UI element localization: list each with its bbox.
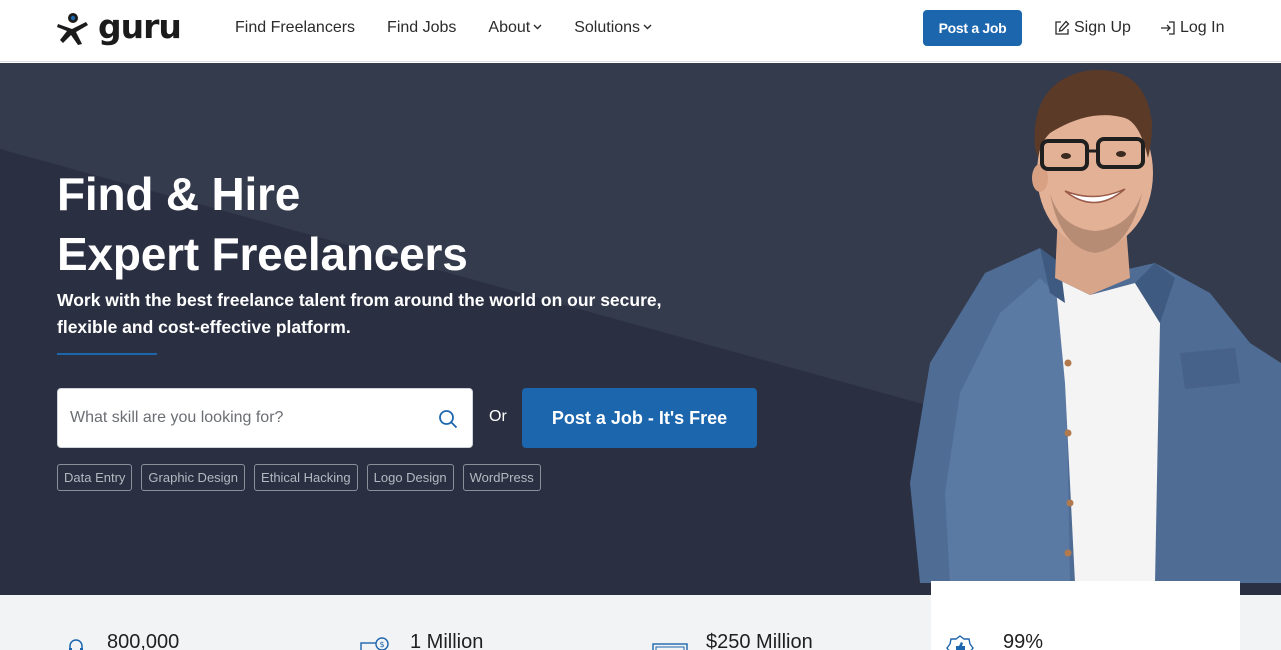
stat-satisfaction: 99%	[946, 631, 1043, 650]
stat-value: 1 Million	[410, 631, 484, 650]
main-nav: Find Freelancers Find Jobs About Solutio…	[235, 18, 684, 38]
stat-value: $250 Million	[706, 631, 813, 650]
cash-icon	[652, 643, 688, 650]
nav-find-jobs[interactable]: Find Jobs	[387, 18, 456, 38]
stat-paid: $250 Million	[652, 631, 813, 650]
popular-skill-tags: Data Entry Graphic Design Ethical Hackin…	[57, 464, 550, 491]
stats-section: 800,000 $ 1 Million $250 Million 99%	[0, 581, 1281, 650]
tag-logo-design[interactable]: Logo Design	[366, 464, 454, 491]
header-post-job-button[interactable]: Post a Job	[923, 10, 1022, 46]
guru-logo-icon	[57, 13, 88, 45]
hero-title-line1: Find & Hire	[57, 168, 301, 220]
nav-find-jobs-label: Find Jobs	[387, 19, 457, 36]
hero-title-line2: Expert Freelancers	[57, 228, 468, 280]
search-icon[interactable]	[438, 409, 458, 429]
tag-data-entry[interactable]: Data Entry	[57, 464, 133, 491]
tag-wordpress[interactable]: WordPress	[462, 464, 541, 491]
login-icon	[1161, 21, 1175, 35]
site-header: guru Find Freelancers Find Jobs About So…	[0, 0, 1281, 62]
hero-section: Find & Hire Expert Freelancers Work with…	[0, 63, 1281, 595]
tag-ethical-hacking[interactable]: Ethical Hacking	[254, 464, 358, 491]
stat-value: 99%	[1003, 631, 1044, 650]
nav-solutions-label: Solutions	[574, 19, 641, 36]
or-label: Or	[489, 408, 507, 425]
nav-find-freelancers-label: Find Freelancers	[235, 19, 356, 36]
nav-solutions[interactable]: Solutions	[574, 18, 652, 38]
nav-find-freelancers[interactable]: Find Freelancers	[235, 18, 355, 38]
freelancer-photo	[910, 70, 1281, 583]
hero-divider	[57, 353, 157, 355]
sign-up-label: Sign Up	[1074, 19, 1131, 36]
sign-up-link[interactable]: Sign Up	[1054, 18, 1131, 38]
hero-subtitle: Work with the best freelance talent from…	[57, 290, 662, 337]
headset-icon	[69, 639, 83, 650]
stat-value: 800,000	[107, 631, 180, 650]
hero-post-job-button[interactable]: Post a Job - It's Free	[522, 388, 757, 448]
svg-text:$: $	[380, 640, 385, 649]
skill-search-input[interactable]	[70, 389, 430, 447]
money-icon: $	[360, 637, 389, 650]
nav-about[interactable]: About	[488, 18, 542, 38]
logo-text: guru	[98, 6, 182, 46]
log-in-link[interactable]: Log In	[1160, 18, 1224, 38]
skill-search-box	[57, 388, 473, 448]
log-in-label: Log In	[1180, 19, 1225, 36]
guru-logo[interactable]: guru	[56, 6, 182, 46]
edit-icon	[1055, 20, 1070, 35]
tag-graphic-design[interactable]: Graphic Design	[141, 464, 246, 491]
stat-jobs: $ 1 Million	[360, 631, 483, 650]
chevron-down-icon	[643, 24, 652, 30]
badge-thumbs-up-icon	[946, 635, 974, 650]
chevron-down-icon	[533, 24, 542, 30]
hero-title: Find & Hire Expert Freelancers	[57, 164, 468, 284]
nav-about-label: About	[488, 19, 531, 36]
stat-freelancers: 800,000	[67, 631, 179, 650]
